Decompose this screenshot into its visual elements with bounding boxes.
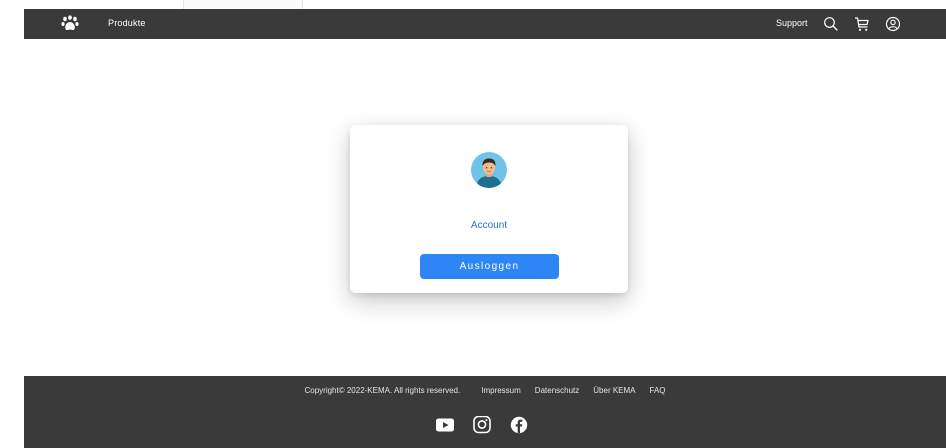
- paw-logo-icon[interactable]: [60, 15, 80, 33]
- top-navbar: Produkte Support: [24, 9, 946, 39]
- logout-button[interactable]: Ausloggen: [420, 254, 559, 279]
- footer: Copyright© 2022-KEMA. All rights reserve…: [24, 376, 946, 448]
- facebook-icon[interactable]: [509, 416, 529, 434]
- nav-support-link[interactable]: Support: [776, 18, 808, 28]
- account-link[interactable]: Account: [350, 220, 628, 231]
- avatar-icon: [471, 152, 507, 188]
- browser-top-strip: [0, 0, 946, 9]
- top-strip-segment: [183, 0, 303, 9]
- user-icon[interactable]: [884, 15, 902, 33]
- footer-link-impressum[interactable]: Impressum: [481, 386, 521, 395]
- instagram-icon[interactable]: [472, 416, 492, 434]
- cart-icon[interactable]: [853, 15, 871, 33]
- nav-products-link[interactable]: Produkte: [108, 18, 146, 28]
- account-card: Account Ausloggen: [350, 125, 628, 293]
- footer-link-faq[interactable]: FAQ: [650, 386, 666, 395]
- youtube-icon[interactable]: [435, 416, 455, 434]
- copyright-text: Copyright© 2022-KEMA. All rights reserve…: [304, 386, 461, 395]
- footer-link-ueber-kema[interactable]: Über KEMA: [593, 386, 635, 395]
- footer-link-datenschutz[interactable]: Datenschutz: [535, 386, 579, 395]
- footer-links: Copyright© 2022-KEMA. All rights reserve…: [24, 386, 946, 395]
- search-icon[interactable]: [822, 15, 840, 33]
